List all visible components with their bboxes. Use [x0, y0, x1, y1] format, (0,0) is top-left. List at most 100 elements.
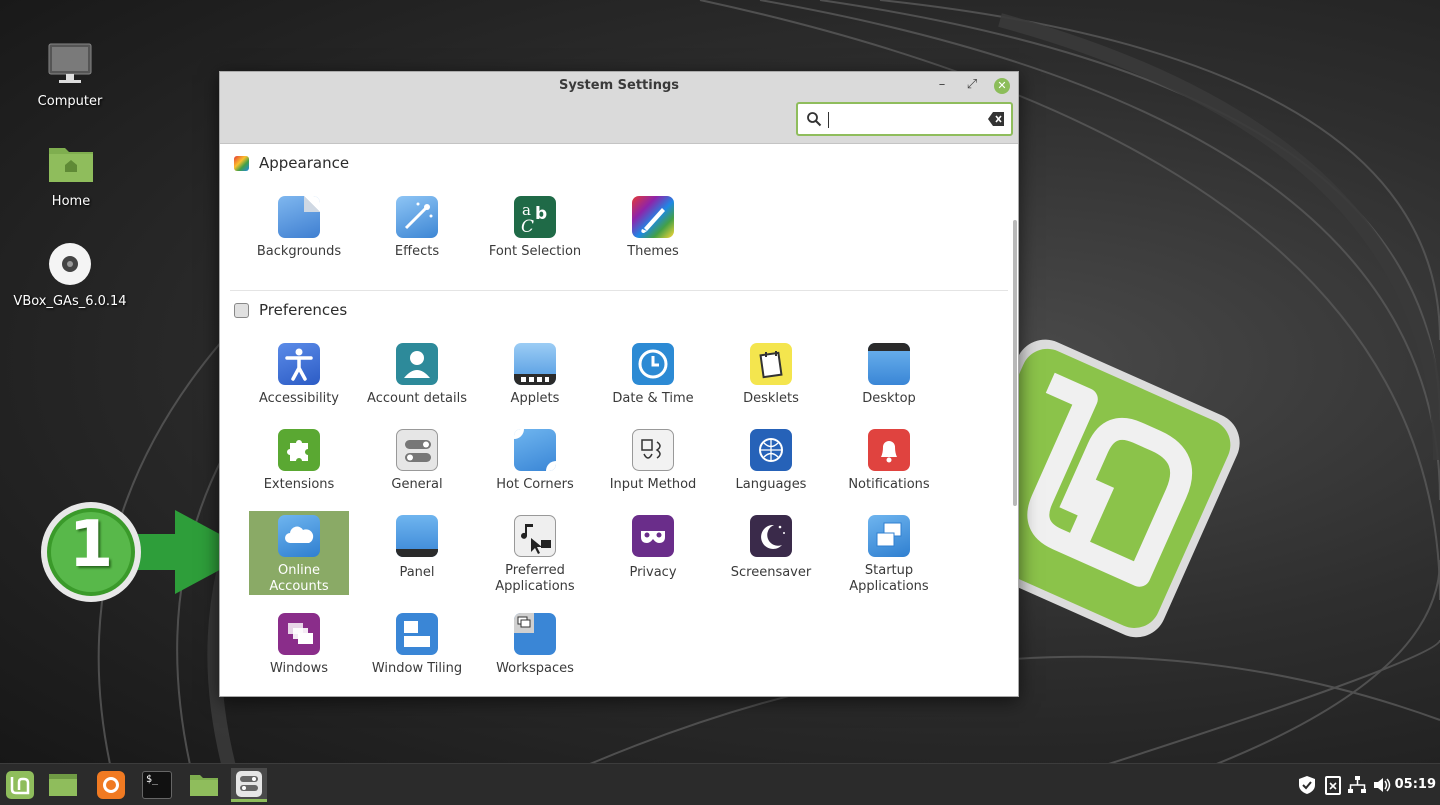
- text-cursor: [828, 112, 829, 128]
- item-label: Extensions: [263, 477, 335, 492]
- screensaver-icon: [750, 515, 792, 557]
- clear-search-icon[interactable]: [988, 112, 1004, 126]
- desktop-icon-label: Computer: [37, 94, 103, 109]
- maximize-button[interactable]: ⤢: [962, 76, 982, 96]
- account-details-icon: [396, 343, 438, 385]
- windows-icon: [278, 613, 320, 655]
- desktop-icon: [868, 343, 910, 385]
- network-icon[interactable]: [1347, 775, 1367, 795]
- appearance-section-icon: [234, 155, 249, 171]
- settings-item-window-tiling[interactable]: Window Tiling: [367, 605, 467, 689]
- input-method-icon: [632, 429, 674, 471]
- item-label-line2: Applications: [849, 579, 929, 594]
- preferences-section-icon: [234, 302, 249, 318]
- startup-applications-icon: [868, 515, 910, 557]
- settings-item-account-details[interactable]: Account details: [367, 335, 467, 419]
- date-time-icon: [632, 343, 674, 385]
- item-label: Workspaces: [496, 661, 574, 676]
- item-label: Font Selection: [488, 244, 582, 259]
- desktop-vbox-disc[interactable]: VBox_GAs_6.0.14: [0, 240, 140, 309]
- desktop-icon-label: Home: [51, 194, 91, 209]
- item-label: Privacy: [629, 565, 677, 580]
- item-label: General: [391, 477, 443, 492]
- settings-item-notifications[interactable]: Notifications: [839, 421, 939, 505]
- settings-item-desklets[interactable]: Desklets: [721, 335, 821, 419]
- clock[interactable]: 05:19: [1395, 777, 1436, 792]
- settings-item-extensions[interactable]: Extensions: [249, 421, 349, 505]
- window-title: System Settings: [558, 78, 680, 93]
- settings-item-panel[interactable]: Panel: [367, 511, 467, 595]
- item-label: Desklets: [743, 391, 799, 406]
- settings-item-date-time[interactable]: Date & Time: [603, 335, 703, 419]
- firefox-icon: [97, 771, 125, 799]
- svg-text:C: C: [521, 217, 534, 237]
- item-label-line2: Applications: [495, 579, 575, 594]
- mint-menu-button[interactable]: [2, 768, 38, 802]
- titlebar[interactable]: System Settings – ⤢ ✕: [220, 72, 1018, 144]
- search-input[interactable]: [826, 109, 986, 129]
- minimize-button[interactable]: –: [932, 76, 952, 96]
- notifications-icon: [868, 429, 910, 471]
- desklets-icon: [750, 343, 792, 385]
- close-button[interactable]: ✕: [994, 78, 1010, 94]
- item-label-line2: Accounts: [269, 579, 329, 594]
- settings-item-general[interactable]: General: [367, 421, 467, 505]
- update-shield-icon[interactable]: [1297, 775, 1317, 795]
- show-desktop-button[interactable]: [45, 768, 81, 802]
- settings-item-effects[interactable]: Effects: [367, 188, 467, 272]
- online-accounts-icon: [278, 515, 320, 557]
- terminal-launcher[interactable]: $_: [139, 768, 175, 802]
- files-launcher[interactable]: [186, 768, 222, 802]
- general-icon: [396, 429, 438, 471]
- firefox-launcher[interactable]: [93, 768, 129, 802]
- item-label: Accessibility: [259, 391, 339, 406]
- home-folder-icon: [47, 140, 95, 188]
- settings-item-startup-applications[interactable]: Startup Applications: [839, 511, 939, 595]
- disc-icon: [46, 240, 94, 288]
- section-title: Appearance: [259, 154, 350, 172]
- clipboard-icon[interactable]: [1323, 775, 1343, 795]
- settings-item-online-accounts[interactable]: Online Accounts: [249, 511, 349, 595]
- computer-icon: [46, 40, 94, 88]
- settings-item-hot-corners[interactable]: Hot Corners: [485, 421, 585, 505]
- system-settings-task[interactable]: [231, 768, 267, 802]
- settings-item-languages[interactable]: Languages: [721, 421, 821, 505]
- settings-item-privacy[interactable]: Privacy: [603, 511, 703, 595]
- taskbar: $_ 05:19: [0, 763, 1440, 805]
- settings-item-backgrounds[interactable]: Backgrounds: [249, 188, 349, 272]
- search-box[interactable]: [796, 102, 1013, 136]
- item-label: Account details: [367, 391, 467, 406]
- settings-item-screensaver[interactable]: Screensaver: [721, 511, 821, 595]
- extensions-icon: [278, 429, 320, 471]
- themes-icon: [632, 196, 674, 238]
- svg-text:b: b: [535, 204, 547, 224]
- desktop-home[interactable]: Home: [1, 140, 141, 209]
- settings-item-workspaces[interactable]: Workspaces: [485, 605, 585, 689]
- settings-item-themes[interactable]: Themes: [603, 188, 703, 272]
- section-divider: [230, 290, 1008, 291]
- show-desktop-icon: [49, 774, 77, 796]
- settings-item-applets[interactable]: Applets: [485, 335, 585, 419]
- settings-item-font-selection[interactable]: abC Font Selection: [485, 188, 585, 272]
- search-icon: [807, 112, 822, 127]
- window-tiling-icon: [396, 613, 438, 655]
- step-number: 1: [68, 508, 114, 582]
- mint-menu-icon: [6, 771, 34, 799]
- content-scrollbar[interactable]: [1013, 220, 1017, 506]
- desktop-computer[interactable]: Computer: [0, 40, 140, 109]
- settings-item-desktop[interactable]: Desktop: [839, 335, 939, 419]
- settings-item-preferred-applications[interactable]: Preferred Applications: [485, 511, 585, 595]
- backgrounds-icon: [278, 196, 320, 238]
- item-label-line1: Startup: [864, 563, 914, 578]
- settings-item-accessibility[interactable]: Accessibility: [249, 335, 349, 419]
- settings-item-input-method[interactable]: Input Method: [603, 421, 703, 505]
- volume-icon[interactable]: [1372, 775, 1392, 795]
- item-label: Effects: [394, 244, 440, 259]
- item-label: Desktop: [862, 391, 916, 406]
- terminal-icon: $_: [142, 771, 172, 799]
- accessibility-icon: [278, 343, 320, 385]
- item-label: Hot Corners: [496, 477, 574, 492]
- settings-item-windows[interactable]: Windows: [249, 605, 349, 689]
- item-label: Panel: [399, 565, 435, 580]
- font-selection-icon: abC: [514, 196, 556, 238]
